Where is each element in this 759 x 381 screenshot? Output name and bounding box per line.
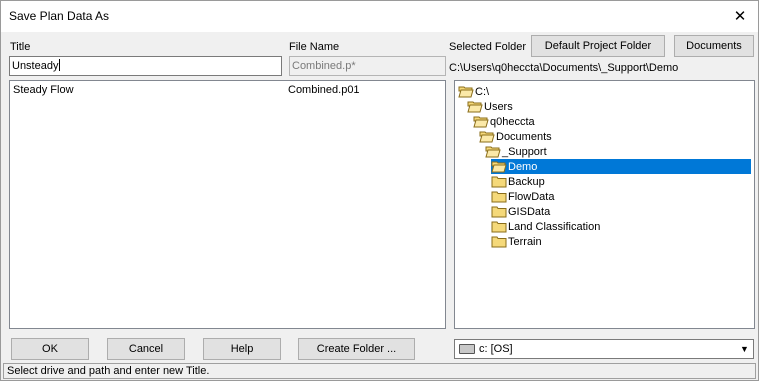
selected-folder-label: Selected Folder — [449, 41, 527, 53]
window-title: Save Plan Data As — [9, 9, 110, 23]
tree-node[interactable]: Terrain — [491, 234, 751, 249]
plan-list[interactable]: Steady Flow Combined.p01 — [9, 80, 446, 329]
folder-icon — [491, 221, 507, 233]
folder-icon — [491, 206, 507, 218]
tree-node-label: _Support — [502, 145, 547, 158]
create-folder-button[interactable]: Create Folder ... — [298, 338, 415, 360]
close-icon[interactable]: ✕ — [730, 6, 750, 26]
title-label: Title — [10, 41, 31, 53]
folder-icon — [491, 176, 507, 188]
tree-node[interactable]: Users — [467, 99, 751, 114]
cancel-button[interactable]: Cancel — [107, 338, 185, 360]
tree-node[interactable]: Land Classification — [491, 219, 751, 234]
tree-node[interactable]: C:\ — [458, 84, 751, 99]
drive-value: c: [OS] — [479, 343, 513, 355]
tree-node[interactable]: Demo — [491, 159, 751, 174]
plan-title: Steady Flow — [13, 84, 74, 96]
documents-button[interactable]: Documents — [674, 35, 754, 57]
title-input[interactable]: Unsteady — [9, 56, 282, 76]
status-bar: Select drive and path and enter new Titl… — [3, 363, 756, 379]
tree-node[interactable]: q0heccta — [473, 114, 751, 129]
text-caret — [59, 59, 61, 71]
title-bar: Save Plan Data As ✕ — [1, 1, 758, 32]
tree-node-label: Documents — [496, 130, 552, 143]
file-name-label: File Name — [289, 41, 340, 53]
folder-open-icon — [485, 146, 501, 158]
folder-open-icon — [479, 131, 495, 143]
tree-node-label: q0heccta — [490, 115, 535, 128]
tree-node-label: Terrain — [508, 235, 542, 248]
folder-open-icon — [467, 101, 483, 113]
folder-open-icon — [491, 161, 507, 173]
tree-node[interactable]: FlowData — [491, 189, 751, 204]
selected-path: C:\Users\q0heccta\Documents\_Support\Dem… — [449, 62, 679, 74]
tree-node-label: Backup — [508, 175, 545, 188]
tree-node-label: Land Classification — [508, 220, 601, 233]
default-project-folder-button[interactable]: Default Project Folder — [531, 35, 665, 57]
list-item[interactable]: Steady Flow Combined.p01 — [10, 83, 445, 98]
tree-node-label: Users — [484, 100, 513, 113]
tree-node[interactable]: Documents — [479, 129, 751, 144]
file-name-field: Combined.p* — [289, 56, 446, 76]
tree-node-label: Demo — [508, 160, 538, 173]
help-button[interactable]: Help — [203, 338, 281, 360]
tree-node-label: FlowData — [508, 190, 555, 203]
drive-select[interactable]: c: [OS] ▼ — [454, 339, 754, 359]
tree-node[interactable]: GISData — [491, 204, 751, 219]
folder-icon — [491, 236, 507, 248]
tree-node[interactable]: _Support — [485, 144, 751, 159]
drive-icon — [459, 344, 475, 354]
save-plan-dialog: Save Plan Data As ✕ Title File Name Sele… — [0, 0, 759, 381]
tree-node[interactable]: Backup — [491, 174, 751, 189]
chevron-down-icon[interactable]: ▼ — [736, 340, 753, 358]
tree-node-label: GISData — [508, 205, 551, 218]
tree-node-label: C:\ — [475, 85, 490, 98]
folder-open-icon — [458, 86, 474, 98]
title-input-value: Unsteady — [12, 60, 59, 72]
plan-file-name: Combined.p01 — [288, 84, 360, 96]
ok-button[interactable]: OK — [11, 338, 89, 360]
folder-open-icon — [473, 116, 489, 128]
folder-icon — [491, 191, 507, 203]
folder-tree[interactable]: C:\ Users q0heccta Documents _Support Demo Bac… — [454, 80, 755, 329]
